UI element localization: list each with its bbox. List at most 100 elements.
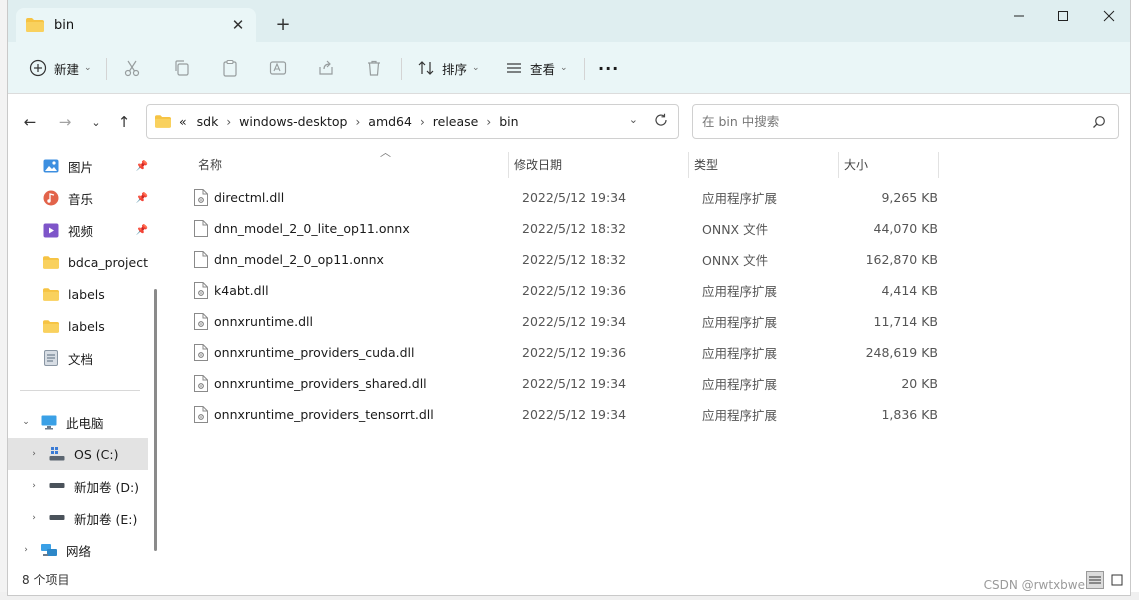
address-bar[interactable]: « sdk › windows-desktop › amd64 › releas… — [146, 104, 679, 139]
close-window-button[interactable] — [1086, 0, 1130, 32]
sidebar-item-label: OS (C:) — [74, 446, 119, 462]
file-date: 2022/5/12 19:36 — [522, 345, 627, 360]
column-name-label: 名称 — [198, 157, 223, 172]
column-divider[interactable] — [688, 152, 689, 178]
dll-file-icon — [194, 344, 208, 361]
breadcrumb-overflow[interactable]: « — [179, 114, 187, 129]
copy-button[interactable] — [172, 55, 198, 81]
sidebar-item-drive-d[interactable]: › 新加卷 (D:) — [8, 470, 148, 502]
breadcrumb-sdk[interactable]: sdk — [197, 114, 219, 129]
close-tab-button[interactable]: ✕ — [226, 13, 250, 37]
address-history-button[interactable]: ⌄ — [629, 113, 638, 126]
sidebar-item-network[interactable]: › 网络 — [8, 534, 148, 566]
rename-button[interactable] — [268, 55, 294, 81]
background-right — [1130, 0, 1139, 600]
sidebar-item-bdca-project[interactable]: bdca_project — [8, 246, 148, 278]
file-size: 44,070 KB — [873, 221, 938, 236]
back-button[interactable]: ← — [18, 111, 42, 133]
file-row[interactable]: onnxruntime_providers_tensorrt.dll 2022/5… — [186, 399, 946, 430]
column-header-date[interactable]: 修改日期 — [514, 150, 562, 178]
network-icon — [40, 541, 58, 559]
chevron-right-icon[interactable]: › — [226, 115, 231, 129]
breadcrumb-bin[interactable]: bin — [499, 114, 518, 129]
close-icon — [1103, 10, 1115, 22]
sort-button[interactable]: 排序 ⌄ — [416, 55, 480, 81]
toolbar-divider — [584, 58, 585, 80]
sidebar-item-pictures[interactable]: 图片 📌 — [8, 150, 148, 182]
up-button[interactable]: ↑ — [112, 111, 136, 133]
column-divider[interactable] — [938, 152, 939, 178]
file-type: 应用程序扩展 — [702, 346, 778, 361]
pin-icon[interactable]: 📌 — [136, 225, 148, 236]
file-date: 2022/5/12 19:34 — [522, 376, 627, 391]
chevron-right-icon[interactable]: › — [355, 115, 360, 129]
toolbar-divider — [401, 58, 402, 80]
scrollbar-thumb[interactable] — [154, 289, 157, 551]
column-header-name[interactable]: ︿ 名称 — [198, 146, 391, 178]
sidebar-item-documents[interactable]: 文档 — [8, 342, 148, 374]
chevron-down-icon: ⌄ — [472, 63, 480, 73]
file-row[interactable]: onnxruntime.dll 2022/5/12 19:34 应用程序扩展 11,7… — [186, 306, 946, 337]
large-icons-view-button[interactable] — [1108, 571, 1126, 589]
file-icon — [194, 251, 208, 268]
sidebar-item-drive-e[interactable]: › 新加卷 (E:) — [8, 502, 148, 534]
sidebar-item-label: 视频 — [68, 223, 94, 239]
minimize-button[interactable] — [996, 0, 1042, 32]
column-header-type[interactable]: 类型 — [694, 150, 718, 178]
add-circle-icon — [28, 58, 48, 78]
chevron-right-icon[interactable]: › — [20, 545, 32, 555]
chevron-right-icon[interactable]: › — [486, 115, 491, 129]
tab-bin[interactable]: bin ✕ — [16, 8, 256, 42]
paste-button[interactable] — [220, 55, 246, 81]
column-divider[interactable] — [508, 152, 509, 178]
column-header-size[interactable]: 大小 — [844, 150, 868, 178]
breadcrumb-release[interactable]: release — [433, 114, 479, 129]
breadcrumb-amd64[interactable]: amd64 — [368, 114, 412, 129]
forward-button[interactable]: → — [53, 111, 77, 133]
new-button[interactable]: 新建 ⌄ — [28, 55, 92, 81]
sidebar-item-labels[interactable]: labels — [8, 278, 148, 310]
delete-button[interactable] — [364, 55, 390, 81]
file-row[interactable]: onnxruntime_providers_shared.dll 2022/5/1… — [186, 368, 946, 399]
file-size: 248,619 KB — [865, 345, 938, 360]
chevron-right-icon[interactable]: › — [28, 513, 40, 523]
search-box[interactable] — [692, 104, 1119, 139]
file-name: k4abt.dll — [214, 283, 269, 298]
recent-locations-button[interactable]: ⌄ — [84, 111, 108, 133]
file-row[interactable]: directml.dll 2022/5/12 19:34 应用程序扩展 9,265 K… — [186, 182, 946, 213]
sidebar-item-label: 音乐 — [68, 191, 94, 207]
file-name: dnn_model_2_0_op11.onnx — [214, 252, 384, 267]
new-label: 新建 — [54, 61, 80, 77]
view-button[interactable]: 查看 ⌄ — [504, 55, 568, 81]
toolbar-divider — [106, 58, 107, 80]
file-row[interactable]: dnn_model_2_0_lite_op11.onnx 2022/5/12 18… — [186, 213, 946, 244]
column-divider[interactable] — [838, 152, 839, 178]
share-button[interactable] — [316, 55, 342, 81]
sidebar-item-this-pc[interactable]: ⌄ 此电脑 — [8, 406, 148, 438]
chevron-right-icon[interactable]: › — [28, 481, 40, 491]
maximize-button[interactable] — [1040, 0, 1086, 32]
pin-icon[interactable]: 📌 — [136, 193, 148, 204]
pin-icon[interactable]: 📌 — [136, 161, 148, 172]
new-tab-button[interactable]: + — [270, 12, 296, 36]
breadcrumb-windows-desktop[interactable]: windows-desktop — [239, 114, 347, 129]
sidebar-item-labels-2[interactable]: labels — [8, 310, 148, 342]
sidebar-item-music[interactable]: 音乐 📌 — [8, 182, 148, 214]
search-icon[interactable] — [1092, 115, 1106, 129]
sidebar-scrollbar[interactable] — [154, 140, 158, 551]
file-row[interactable]: k4abt.dll 2022/5/12 19:36 应用程序扩展 4,414 KB — [186, 275, 946, 306]
chevron-down-icon[interactable]: ⌄ — [20, 417, 32, 427]
chevron-right-icon[interactable]: › — [420, 115, 425, 129]
more-options-button[interactable]: ··· — [598, 55, 619, 81]
sidebar-divider — [20, 390, 140, 391]
details-view-button[interactable] — [1086, 571, 1104, 589]
cut-button[interactable] — [122, 55, 148, 81]
chevron-right-icon[interactable]: › — [28, 449, 40, 459]
refresh-button[interactable] — [654, 113, 668, 127]
search-input[interactable] — [702, 114, 1092, 129]
file-row[interactable]: onnxruntime_providers_cuda.dll 2022/5/12 … — [186, 337, 946, 368]
file-row[interactable]: dnn_model_2_0_op11.onnx 2022/5/12 18:32 ON… — [186, 244, 946, 275]
sort-ascending-icon: ︿ — [380, 146, 391, 159]
sidebar-item-videos[interactable]: 视频 📌 — [8, 214, 148, 246]
sidebar-item-drive-c[interactable]: › OS (C:) — [8, 438, 148, 470]
